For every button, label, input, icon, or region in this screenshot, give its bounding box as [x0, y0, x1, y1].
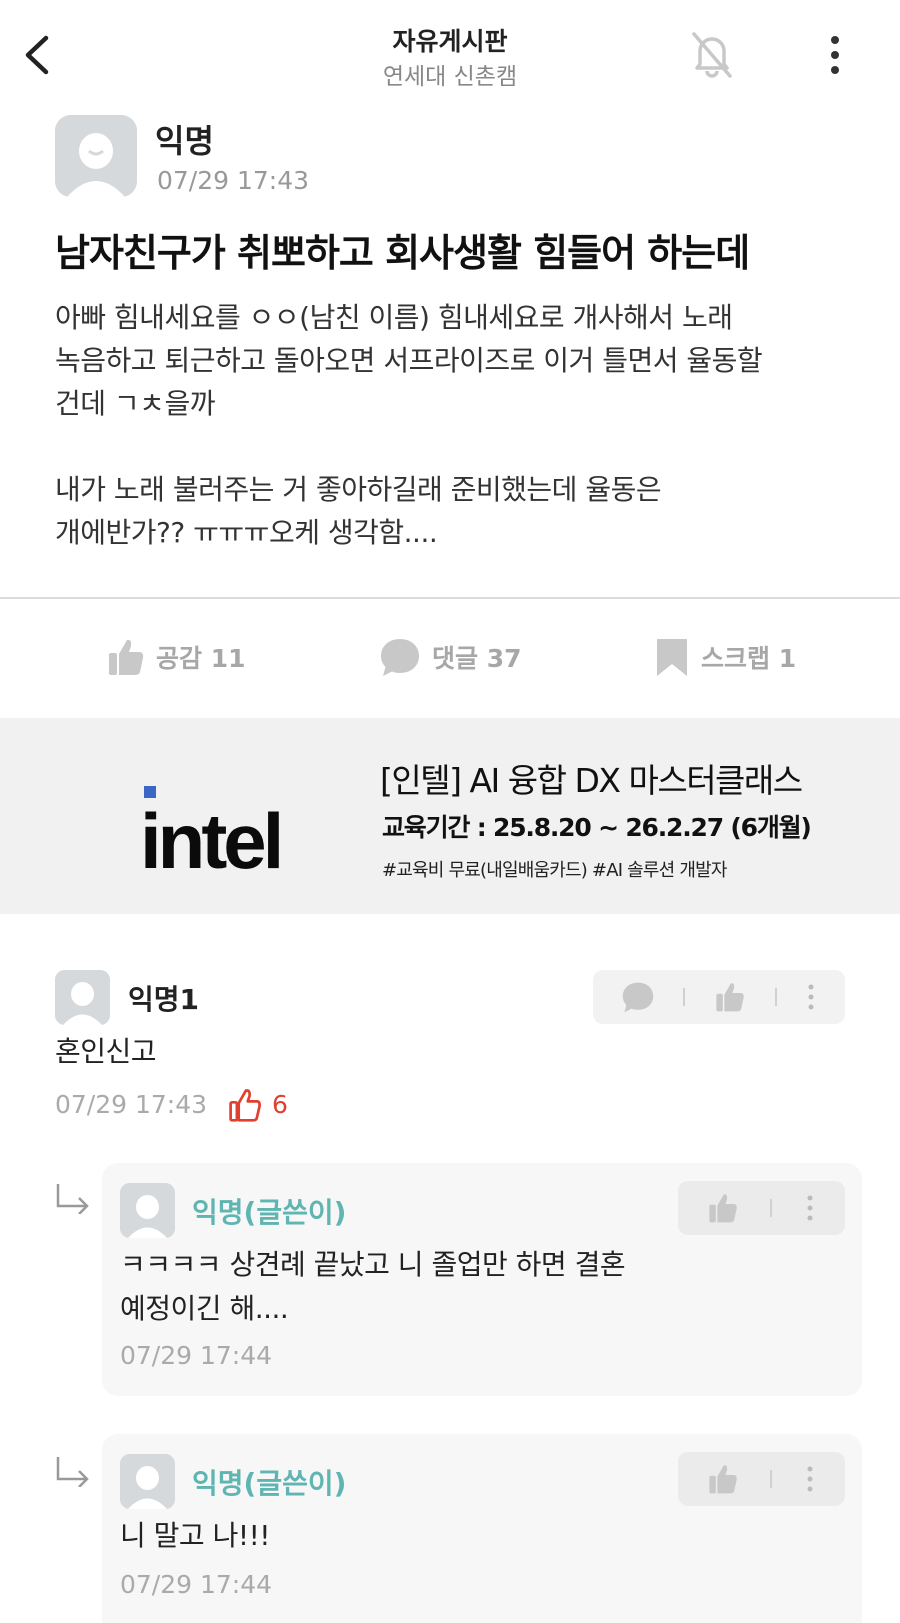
post-body: 아빠 힘내세요를 ㅇㅇ(남친 이름) 힘내세요로 개사해서 노래 녹음하고 퇴근… [55, 301, 763, 549]
comment-text: 혼인신고 [55, 1035, 157, 1068]
reply-more-button[interactable] [805, 1194, 815, 1222]
reply-like-button[interactable] [708, 1192, 738, 1224]
divider [0, 597, 900, 599]
comment-count-label: 댓글 37 [432, 644, 522, 673]
comment-action-bar [593, 970, 845, 1024]
thumbs-up-icon [709, 1194, 737, 1223]
board-subtitle: 연세대 신촌캠 [382, 64, 518, 90]
like-count-label: 공감 11 [156, 644, 246, 673]
comment-more-button[interactable] [806, 983, 816, 1011]
post-author-name: 익명 [155, 122, 214, 160]
ad-period: 교육기간 : 25.8.20 ~ 26.2.27 (6개월) [382, 813, 812, 842]
comment-avatar [55, 970, 110, 1025]
separator [770, 1199, 773, 1217]
reply-timestamp: 07/29 17:44 [120, 1341, 273, 1370]
thumbs-up-outline-icon [229, 1089, 261, 1122]
reply-arrow-icon [56, 1457, 89, 1487]
reply-author: 익명(글쓴이) [192, 1196, 347, 1229]
ad-tags: #교육비 무료(내일배움카드) #AI 솔루션 개발자 [382, 860, 727, 881]
bookmark-icon [657, 639, 687, 676]
avatar-icon [55, 115, 137, 197]
notification-toggle-button[interactable] [684, 26, 740, 82]
speech-bubble-icon [622, 982, 653, 1013]
ad-title: [인텔] AI 융합 DX 마스터클래스 [380, 761, 803, 800]
reply-button[interactable] [622, 981, 654, 1013]
reply-action-bar [678, 1452, 845, 1506]
reply-avatar [120, 1454, 175, 1509]
reply-author: 익명(글쓴이) [192, 1467, 347, 1500]
thumbs-up-icon [716, 983, 744, 1012]
separator [683, 988, 686, 1006]
thumbs-up-icon [109, 639, 144, 675]
comment-timestamp: 07/29 17:43 [55, 1090, 208, 1119]
comment-button[interactable]: 댓글 37 [380, 634, 522, 680]
avatar-icon [120, 1183, 175, 1238]
reply-text: ㅋㅋㅋㅋ 상견례 끝났고 니 졸업만 하면 결혼 예정이긴 해.... [120, 1248, 626, 1325]
reply-avatar [120, 1183, 175, 1238]
reply-arrow-icon [56, 1184, 89, 1214]
avatar-icon [120, 1454, 175, 1509]
comment-like-button[interactable] [715, 981, 745, 1013]
reply-more-button[interactable] [805, 1465, 815, 1493]
like-button[interactable]: 공감 11 [108, 634, 246, 680]
post-author-avatar [55, 115, 137, 197]
post-title: 남자친구가 취뽀하고 회사생활 힘들어 하는데 [55, 231, 750, 275]
more-vertical-icon [831, 36, 839, 74]
board-title: 자유게시판 [392, 27, 508, 56]
more-vertical-icon [808, 984, 814, 1010]
separator [770, 1470, 773, 1488]
post-timestamp: 07/29 17:43 [157, 166, 310, 195]
avatar-icon [55, 970, 110, 1025]
scrap-button[interactable]: 스크랩 1 [655, 634, 796, 680]
reply-card: 익명(글쓴이) ㅋㅋㅋㅋ 상견례 끝났고 니 졸업만 하면 결혼 예정이긴 해.… [102, 1163, 862, 1396]
more-vertical-icon [807, 1195, 813, 1221]
reply-card: 익명(글쓴이) 니 말고 나!!! 07/29 17:44 [102, 1434, 862, 1623]
separator [774, 988, 777, 1006]
more-vertical-icon [807, 1466, 813, 1492]
reply-like-button[interactable] [708, 1463, 738, 1495]
more-options-button[interactable] [820, 30, 850, 80]
intel-logo: intel [140, 797, 284, 885]
comment-author: 익명1 [128, 983, 200, 1016]
thumbs-up-icon [709, 1465, 737, 1494]
bell-off-icon [692, 32, 732, 78]
speech-bubble-icon [381, 639, 419, 676]
reply-action-bar [678, 1181, 845, 1235]
reply-text: 니 말고 나!!! [120, 1519, 271, 1552]
scrap-count-label: 스크랩 1 [701, 644, 797, 673]
reply-timestamp: 07/29 17:44 [120, 1570, 273, 1599]
comment-like-count: 6 [272, 1090, 288, 1119]
top-bar: 자유게시판 연세대 신촌캠 [0, 0, 900, 110]
